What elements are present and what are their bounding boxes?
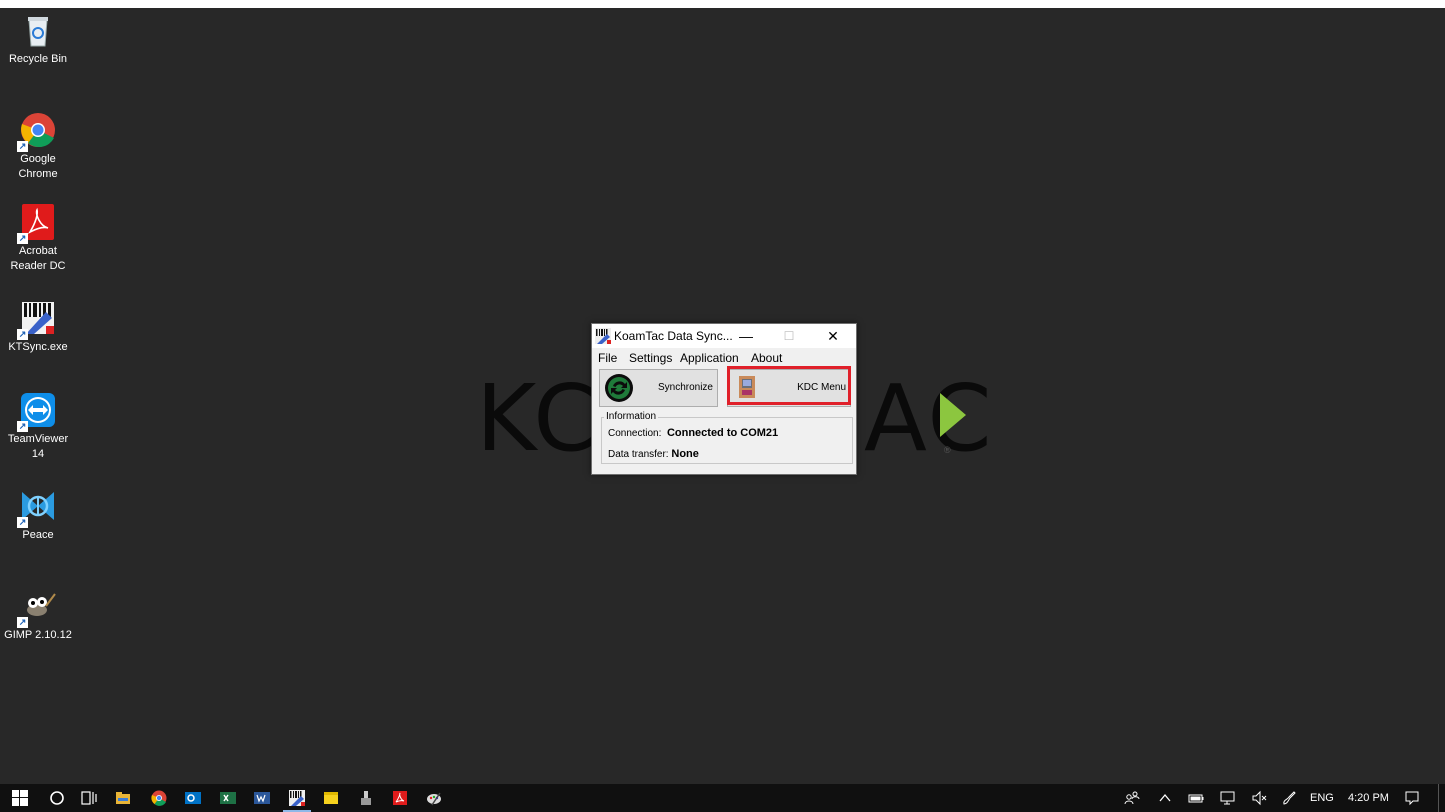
acrobat-icon: ↗ [17,204,56,244]
menu-settings[interactable]: Settings [629,351,672,365]
close-button[interactable]: ✕ [818,324,848,348]
data-transfer-row: Data transfer: None [608,448,699,460]
window-title: KoamTac Data Sync... [614,329,733,343]
desktop-icon-recycle-bin[interactable]: Recycle Bin [2,12,74,67]
network-icon[interactable] [1220,790,1236,806]
gimp-icon: ↗ [17,588,56,628]
desktop-icon-label: Peace [22,529,54,541]
ktsync-icon: ↗ [17,300,56,340]
show-hidden-icons-chevron-icon[interactable] [1157,790,1173,806]
desktop-icon-teamviewer[interactable]: ↗ TeamViewer 14 [2,392,74,462]
start-button[interactable] [12,790,28,806]
desktop-icon-label: TeamViewer 14 [7,433,69,460]
pen-ink-icon[interactable] [1281,790,1297,806]
recycle-bin-icon [20,12,56,48]
desktop-icon-ktsync[interactable]: ↗ KTSync.exe [2,300,74,355]
shortcut-arrow-icon: ↗ [17,141,28,152]
acrobat-taskbar-icon[interactable] [392,790,408,806]
desktop-icon-label: Acrobat Reader DC [10,245,66,272]
paint-taskbar-icon[interactable] [426,790,442,806]
shortcut-arrow-icon: ↗ [17,517,28,528]
minimize-button[interactable]: — [731,324,761,348]
data-transfer-value: None [671,448,699,460]
battery-icon[interactable] [1188,790,1204,806]
data-transfer-label: Data transfer: [608,449,669,460]
menu-about[interactable]: About [751,351,782,365]
outlook-taskbar-icon[interactable] [185,790,201,806]
show-desktop-divider[interactable] [1438,784,1439,812]
peace-icon: ↗ [17,488,56,528]
information-legend: Information [604,411,659,422]
desktop-icon-acrobat[interactable]: ↗ Acrobat Reader DC [2,204,74,274]
shortcut-arrow-icon: ↗ [17,233,28,244]
wallpaper-arrow-icon [940,393,966,437]
ktsync-app-icon [595,328,611,344]
shortcut-arrow-icon: ↗ [17,329,28,340]
menu-file[interactable]: File [598,351,617,365]
connection-value: Connected to COM21 [666,427,779,439]
kdc-menu-highlight [727,366,851,405]
desktop-icon-label: KTSync.exe [8,341,68,353]
ktsync-taskbar-icon[interactable] [289,790,305,806]
desktop-icon-chrome[interactable]: ↗ Google Chrome [2,112,74,182]
action-center-icon[interactable] [1404,790,1420,806]
desktop-icon-label: Google Chrome [18,153,58,180]
synchronize-label: Synchronize [657,382,713,393]
sync-icon [604,373,634,403]
synchronize-button[interactable]: Synchronize [599,369,718,407]
input-language-indicator[interactable]: ENG [1310,792,1334,804]
usb-device-taskbar-icon[interactable] [358,790,374,806]
shortcut-arrow-icon: ↗ [17,421,28,432]
task-view-button[interactable] [81,790,97,806]
connection-row: Connection: Connected to COM21 [608,427,778,439]
volume-muted-icon[interactable] [1251,790,1267,806]
wallpaper-logo-left: KC [476,365,600,472]
menu-application[interactable]: Application [680,351,739,365]
desktop-icon-peace[interactable]: ↗ Peace [2,488,74,543]
shortcut-arrow-icon: ↗ [17,617,28,628]
wallpaper-registered-mark: ® [944,445,951,455]
sticky-notes-taskbar-icon[interactable] [323,790,339,806]
desktop-icon-gimp[interactable]: ↗ GIMP 2.10.12 [2,588,74,643]
taskbar: ENG 4:20 PM [0,784,1445,812]
clock[interactable]: 4:20 PM [1348,792,1389,804]
desktop-icon-label: GIMP 2.10.12 [4,629,72,641]
chrome-icon: ↗ [17,112,56,152]
wallpaper-logo-right: AC [864,365,994,472]
people-icon[interactable] [1124,790,1140,806]
desktop-icon-label: Recycle Bin [8,53,68,65]
maximize-button[interactable]: ☐ [774,324,804,348]
teamviewer-icon: ↗ [17,392,56,432]
chrome-taskbar-icon[interactable] [151,790,167,806]
excel-taskbar-icon[interactable] [220,790,236,806]
title-bar[interactable]: KoamTac Data Sync... — ☐ ✕ [592,324,856,348]
connection-label: Connection: [608,428,662,439]
menu-bar: File Settings Application About [592,349,856,367]
search-button[interactable] [49,790,65,806]
file-explorer-icon[interactable] [115,790,131,806]
word-taskbar-icon[interactable] [254,790,270,806]
